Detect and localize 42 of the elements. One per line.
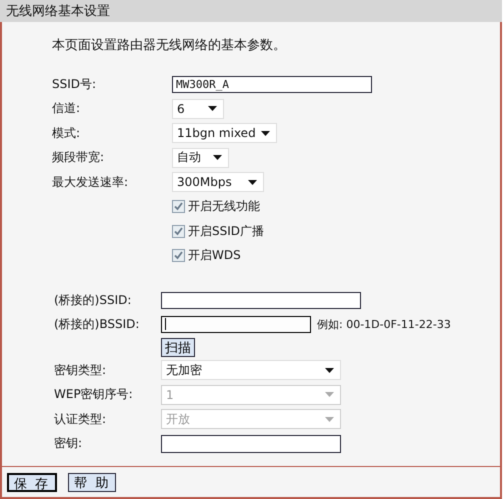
dropdown[interactable]: 无加密 [161,360,341,380]
footer-button[interactable]: 帮 助 [68,472,116,492]
ssid-field[interactable]: MW300R_A [172,76,372,93]
field-label: 最大发送速率: [52,174,130,191]
dropdown[interactable]: 6 [172,98,224,119]
scan-button[interactable]: 扫描 [161,338,195,356]
caret-icon [325,368,334,373]
field-label: WEP密钥序号: [53,386,134,404]
dropdown[interactable]: 300Mbps [172,172,264,192]
caret-icon [325,416,334,422]
checkbox-label: 开启无线功能 [188,198,260,216]
caret-icon [261,130,270,136]
caret-icon [213,155,222,160]
checkbox[interactable] [172,200,185,214]
intro-text: 本页面设置路由器无线网络的基本参数。 [52,37,287,54]
field-label: 频段带宽: [52,149,106,166]
checkbox-label: 开启SSID广播 [188,222,264,240]
field-label: 模式: [52,124,82,142]
field-label: SSID号: [52,76,98,93]
hint-text: 例如: 00-1D-0F-11-22-33 [317,316,451,332]
field-label: 信道: [52,100,82,118]
check-icon [173,226,184,237]
checkbox[interactable] [172,224,185,238]
caret-icon [325,392,334,398]
check-icon [173,201,184,212]
dropdown[interactable]: 11bgn mixed [172,123,277,144]
checkbox-label: 开启WDS [188,247,241,264]
input-field[interactable] [161,434,341,453]
checkbox[interactable] [172,249,185,262]
field-label: (桥接的)SSID: [53,292,132,308]
check-icon [173,250,184,262]
field-label: 认证类型: [53,410,108,428]
footer-button[interactable]: 保 存 [7,472,58,492]
dropdown[interactable]: 自动 [172,148,229,168]
window-title: 无线网络基本设置 [6,3,110,20]
input-field[interactable] [161,316,311,332]
input-field[interactable] [161,292,361,308]
caret-icon [248,180,257,185]
field-label: (桥接的)BSSID: [53,316,140,332]
caret-icon [208,106,217,112]
field-label: 密钥类型: [53,362,108,379]
field-label: 密钥: [53,435,84,452]
